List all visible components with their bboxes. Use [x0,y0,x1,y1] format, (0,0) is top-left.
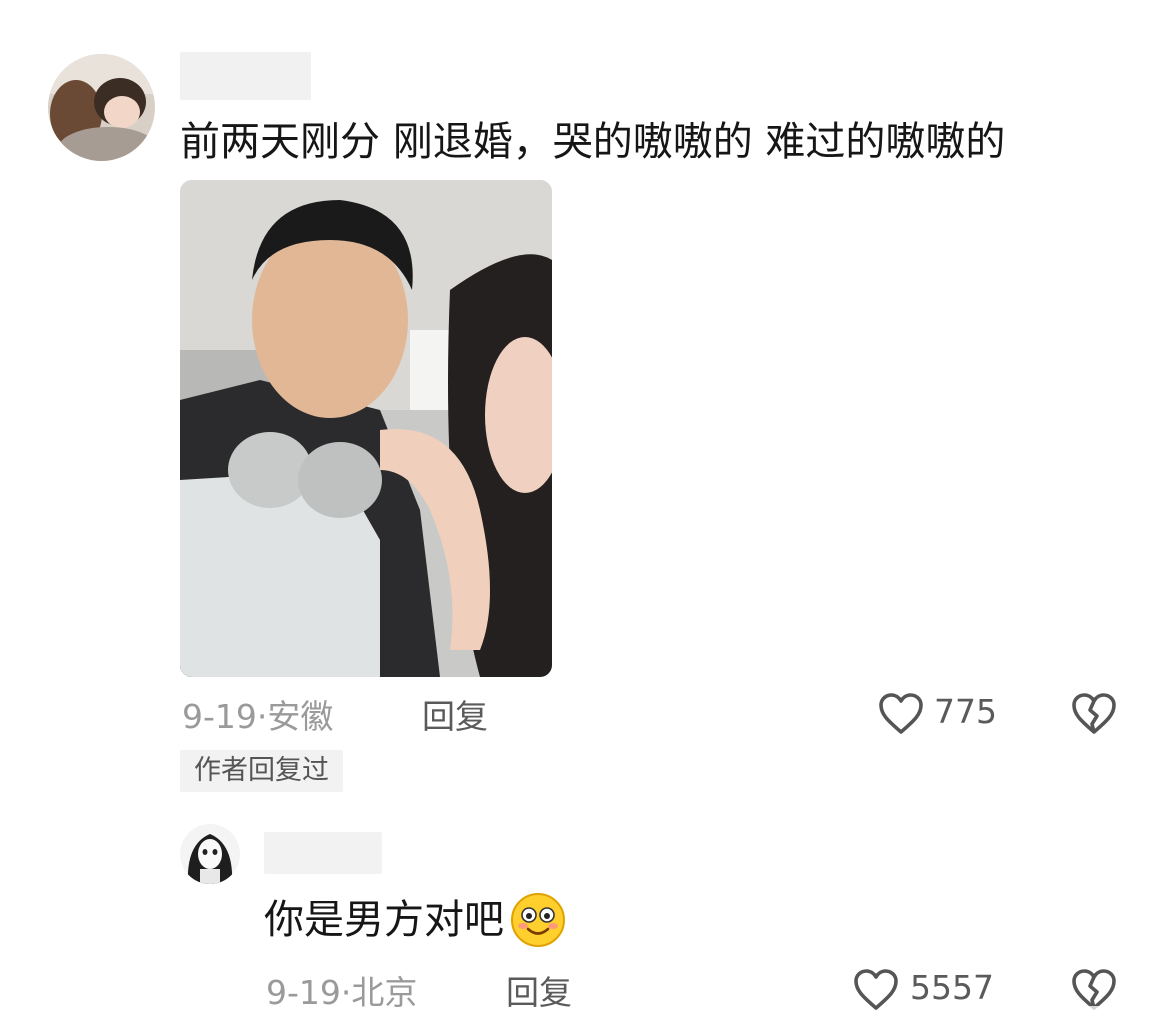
heart-outline-icon [879,693,923,734]
commenter-avatar[interactable] [48,54,155,161]
reply-location: 北京 [351,973,418,1012]
like-count: 5557 [910,968,994,1007]
dislike-button[interactable] [1070,690,1118,738]
author-replied-badge: 作者回复过 [180,750,343,792]
like-count: 775 [934,692,997,731]
avatar-photo [48,54,155,161]
reply-text: 你是男方对吧 [264,897,504,943]
reply-button[interactable]: 回复 [506,966,572,1014]
blush-smile-emoji-icon [511,893,565,947]
comment-location: 安徽 [267,697,334,736]
reply-meta: 9-19·北京 [266,966,417,1014]
commenter-name-redacted[interactable] [180,52,311,100]
comment-attached-photo[interactable] [180,180,552,677]
replier-name-redacted[interactable] [264,832,382,874]
comment-date: 9-19 [182,697,257,736]
selfie-image [180,180,552,677]
like-button[interactable] [877,690,925,738]
comment-text: 前两天刚分 刚退婚，哭的嗷嗷的 难过的嗷嗷的 [180,119,1006,165]
replier-avatar[interactable] [180,824,240,884]
meta-separator: · [256,697,268,736]
meta-separator: · [340,973,352,1012]
like-button[interactable] [852,966,900,1014]
reply-comment: 你是男方对吧 [264,892,566,948]
heart-outline-icon [854,969,898,1010]
avatar-photo [180,824,240,884]
reply-date: 9-19 [266,973,341,1012]
watermark-overlay [990,1002,1170,1032]
broken-heart-icon [1072,693,1116,734]
watermark-icon [990,1006,1170,1032]
reply-button[interactable]: 回复 [422,690,488,738]
comment-meta: 9-19·安徽 [182,690,333,738]
